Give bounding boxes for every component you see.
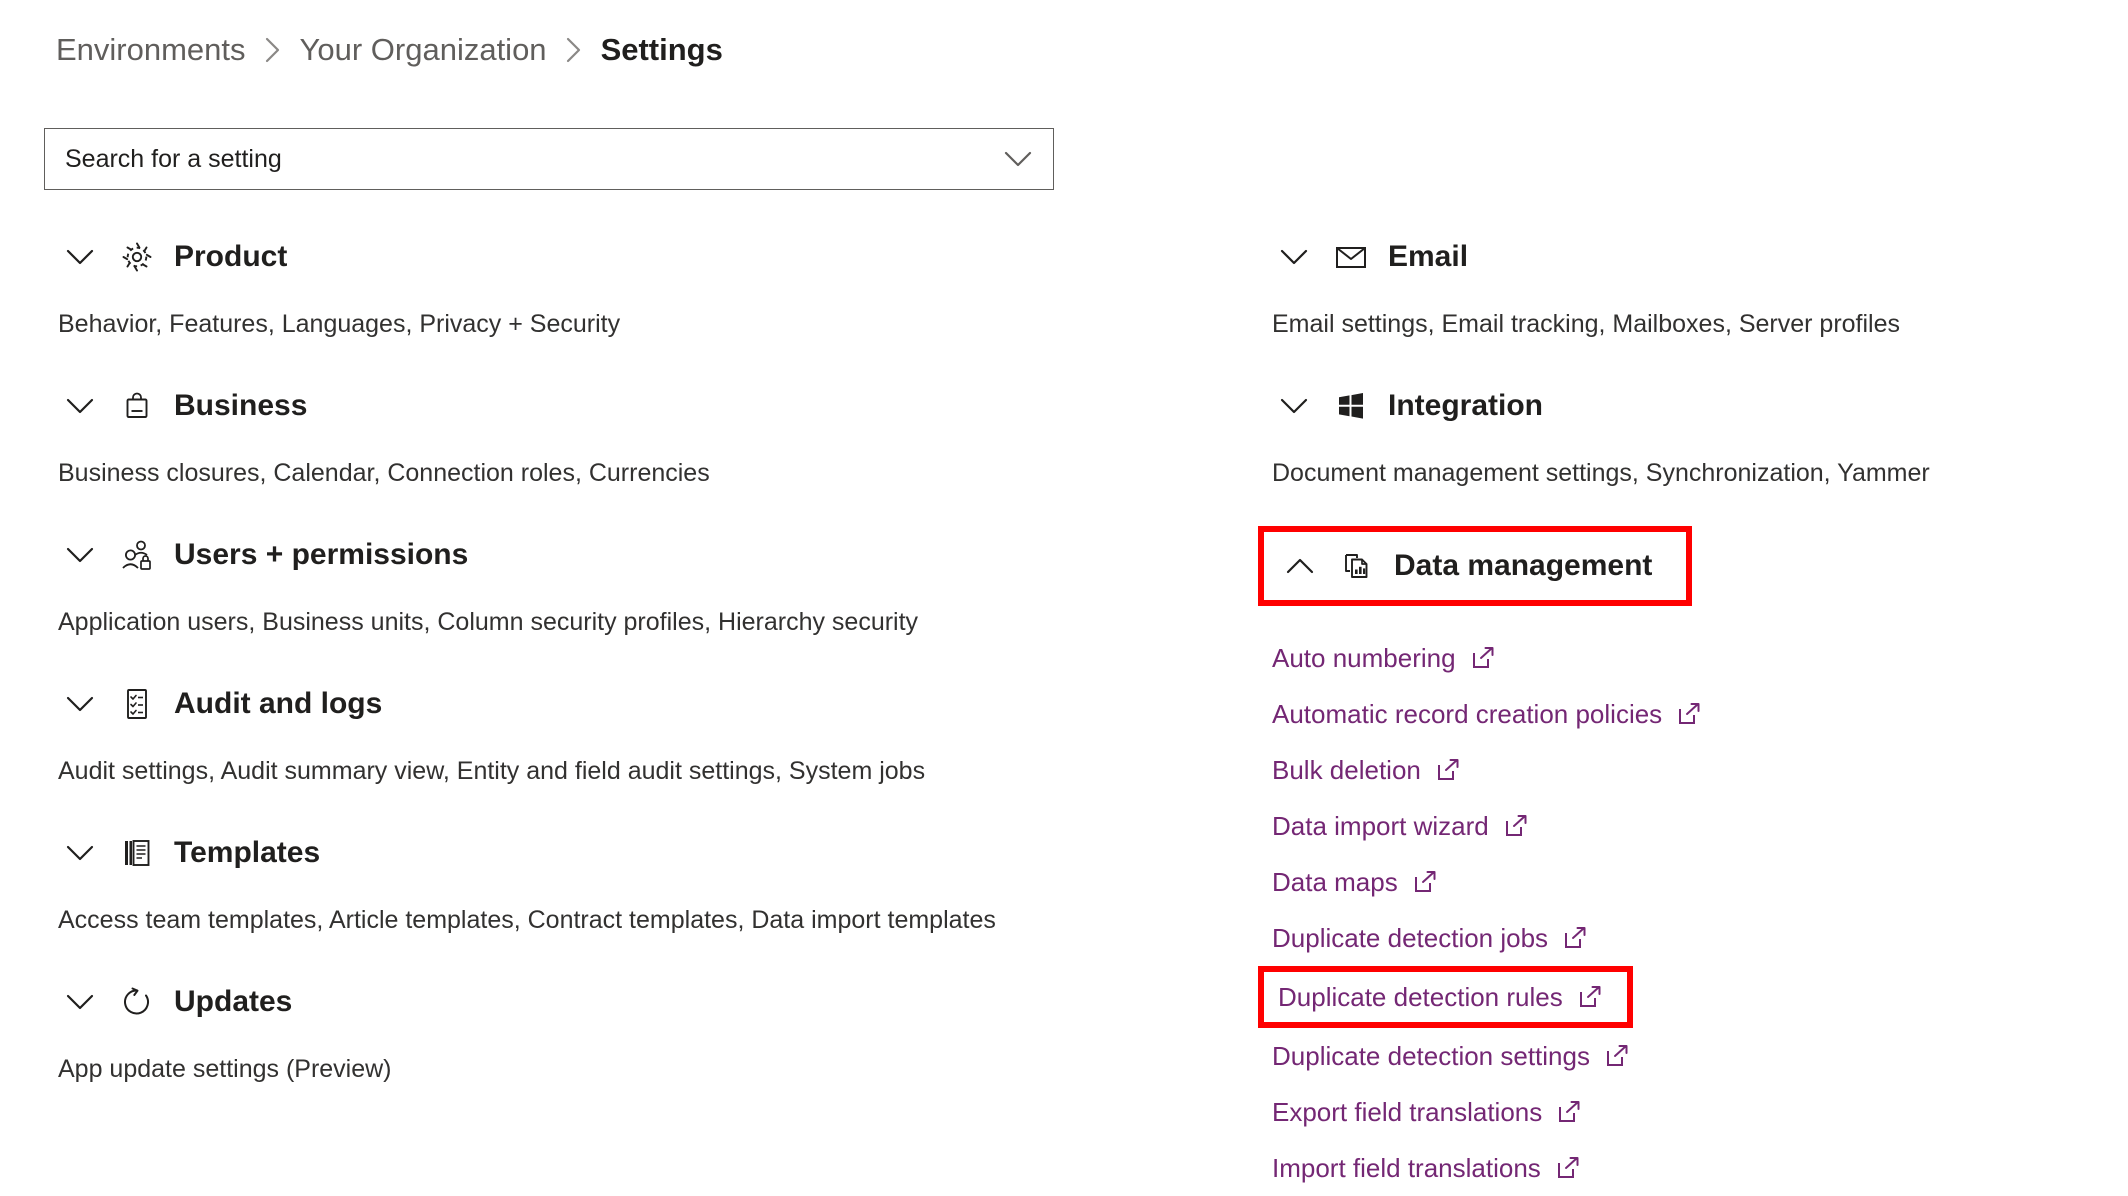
link-label[interactable]: Auto numbering: [1272, 645, 1456, 671]
link-label[interactable]: Data import wizard: [1272, 813, 1489, 839]
settings-group-title: Audit and logs: [174, 687, 383, 720]
settings-group-title: Updates: [174, 985, 293, 1018]
link-row-duplicate-detection-settings[interactable]: Duplicate detection settings: [1272, 1028, 1630, 1084]
users-lock-icon: [120, 538, 154, 572]
link-row-duplicate-detection-rules[interactable]: Duplicate detection rules: [1258, 966, 1633, 1028]
settings-group-header-integration[interactable]: Integration: [1272, 377, 2108, 435]
chevron-down-icon[interactable]: [58, 682, 102, 726]
documents-stack-icon: [120, 836, 154, 870]
settings-group-header-email[interactable]: Email: [1272, 228, 2108, 286]
settings-group-business: Business Business closures, Calendar, Co…: [58, 377, 1130, 486]
briefcase-icon: [120, 389, 154, 423]
settings-group-subtitle: Business closures, Calendar, Connection …: [58, 459, 710, 487]
external-link-icon: [1577, 984, 1603, 1010]
chevron-right-icon: [565, 36, 583, 64]
search-setting-combobox[interactable]: Search for a setting: [44, 128, 1054, 190]
link-row-automatic-record-creation-policies[interactable]: Automatic record creation policies: [1272, 686, 1702, 742]
gear-icon: [120, 240, 154, 274]
checklist-icon: [120, 687, 154, 721]
external-link-icon: [1676, 701, 1702, 727]
external-link-icon: [1412, 869, 1438, 895]
link-row-bulk-deletion[interactable]: Bulk deletion: [1272, 742, 1461, 798]
link-row-duplicate-detection-jobs[interactable]: Duplicate detection jobs: [1272, 910, 1588, 966]
link-label[interactable]: Import field translations: [1272, 1155, 1541, 1181]
breadcrumb: Environments Your Organization Settings: [56, 28, 723, 72]
link-label[interactable]: Bulk deletion: [1272, 757, 1421, 783]
settings-group-title: Business: [174, 389, 308, 422]
breadcrumb-item-settings: Settings: [600, 32, 723, 67]
external-link-icon: [1503, 813, 1529, 839]
external-link-icon: [1604, 1043, 1630, 1069]
settings-group-product: Product Behavior, Features, Languages, P…: [58, 228, 1130, 337]
settings-group-subtitle: Behavior, Features, Languages, Privacy +…: [58, 310, 621, 338]
settings-group-title: Users + permissions: [174, 538, 469, 571]
settings-group-subtitle: Application users, Business units, Colum…: [58, 608, 919, 636]
external-link-icon: [1555, 1155, 1581, 1181]
settings-group-subtitle: Email settings, Email tracking, Mailboxe…: [1272, 310, 1901, 338]
settings-group-subtitle: Document management settings, Synchroniz…: [1272, 459, 1930, 487]
settings-group-header-data-management[interactable]: Data management: [1258, 526, 1692, 606]
link-row-auto-numbering[interactable]: Auto numbering: [1272, 630, 1496, 686]
windows-grid-icon: [1334, 389, 1368, 423]
settings-group-subtitle: App update settings (Preview): [58, 1055, 392, 1083]
settings-group-audit-and-logs: Audit and logs Audit settings, Audit sum…: [58, 675, 1130, 784]
external-link-icon: [1556, 1099, 1582, 1125]
breadcrumb-item-your-organization[interactable]: Your Organization: [300, 28, 547, 72]
settings-left-column: Product Behavior, Features, Languages, P…: [0, 228, 1150, 1122]
chevron-up-icon[interactable]: [1278, 544, 1322, 588]
settings-group-header-audit-and-logs[interactable]: Audit and logs: [58, 675, 1130, 733]
chevron-down-icon[interactable]: [58, 235, 102, 279]
settings-right-column: Email Email settings, Email tracking, Ma…: [1258, 228, 2128, 1196]
settings-group-templates: Templates Access team templates, Article…: [58, 824, 1130, 933]
refresh-icon: [120, 985, 154, 1019]
link-label[interactable]: Duplicate detection jobs: [1272, 925, 1548, 951]
settings-group-title: Data management: [1394, 549, 1653, 582]
search-input-placeholder[interactable]: Search for a setting: [65, 146, 1001, 172]
link-label[interactable]: Duplicate detection settings: [1272, 1043, 1590, 1069]
settings-group-header-templates[interactable]: Templates: [58, 824, 1130, 882]
data-management-link-list: Auto numbering Automatic record creation…: [1258, 630, 2108, 1196]
link-label[interactable]: Export field translations: [1272, 1099, 1542, 1125]
external-link-icon: [1470, 645, 1496, 671]
settings-group-users-permissions: Users + permissions Application users, B…: [58, 526, 1130, 635]
settings-group-header-product[interactable]: Product: [58, 228, 1130, 286]
external-link-icon: [1435, 757, 1461, 783]
settings-group-title: Product: [174, 240, 288, 273]
link-row-data-import-wizard[interactable]: Data import wizard: [1272, 798, 1529, 854]
settings-group-email: Email Email settings, Email tracking, Ma…: [1272, 228, 2108, 337]
chevron-down-icon[interactable]: [58, 533, 102, 577]
settings-group-title: Email: [1388, 240, 1469, 273]
settings-group-header-business[interactable]: Business: [58, 377, 1130, 435]
settings-group-header-updates[interactable]: Updates: [58, 973, 1130, 1031]
breadcrumb-item-environments[interactable]: Environments: [56, 28, 246, 72]
link-label[interactable]: Data maps: [1272, 869, 1398, 895]
settings-group-subtitle: Audit settings, Audit summary view, Enti…: [58, 757, 926, 785]
settings-group-integration: Integration Document management settings…: [1272, 377, 2108, 486]
chevron-down-icon[interactable]: [1272, 384, 1316, 428]
settings-group-data-management: Data management Auto numbering Automatic…: [1258, 526, 2108, 1196]
settings-group-title: Templates: [174, 836, 321, 869]
chevron-down-icon[interactable]: [58, 980, 102, 1024]
link-label[interactable]: Automatic record creation policies: [1272, 701, 1662, 727]
settings-group-updates: Updates App update settings (Preview): [58, 973, 1130, 1082]
link-row-import-field-translations[interactable]: Import field translations: [1272, 1140, 1581, 1196]
link-label[interactable]: Duplicate detection rules: [1278, 984, 1563, 1010]
envelope-icon: [1334, 240, 1368, 274]
external-link-icon: [1562, 925, 1588, 951]
data-report-icon: [1340, 549, 1374, 583]
link-row-export-field-translations[interactable]: Export field translations: [1272, 1084, 1582, 1140]
link-row-data-maps[interactable]: Data maps: [1272, 854, 1438, 910]
settings-group-title: Integration: [1388, 389, 1543, 422]
chevron-down-icon[interactable]: [58, 831, 102, 875]
settings-group-header-users-permissions[interactable]: Users + permissions: [58, 526, 1130, 584]
settings-group-subtitle: Access team templates, Article templates…: [58, 906, 996, 934]
chevron-down-icon[interactable]: [1272, 235, 1316, 279]
chevron-down-icon[interactable]: [1001, 142, 1035, 176]
chevron-right-icon: [264, 36, 282, 64]
chevron-down-icon[interactable]: [58, 384, 102, 428]
